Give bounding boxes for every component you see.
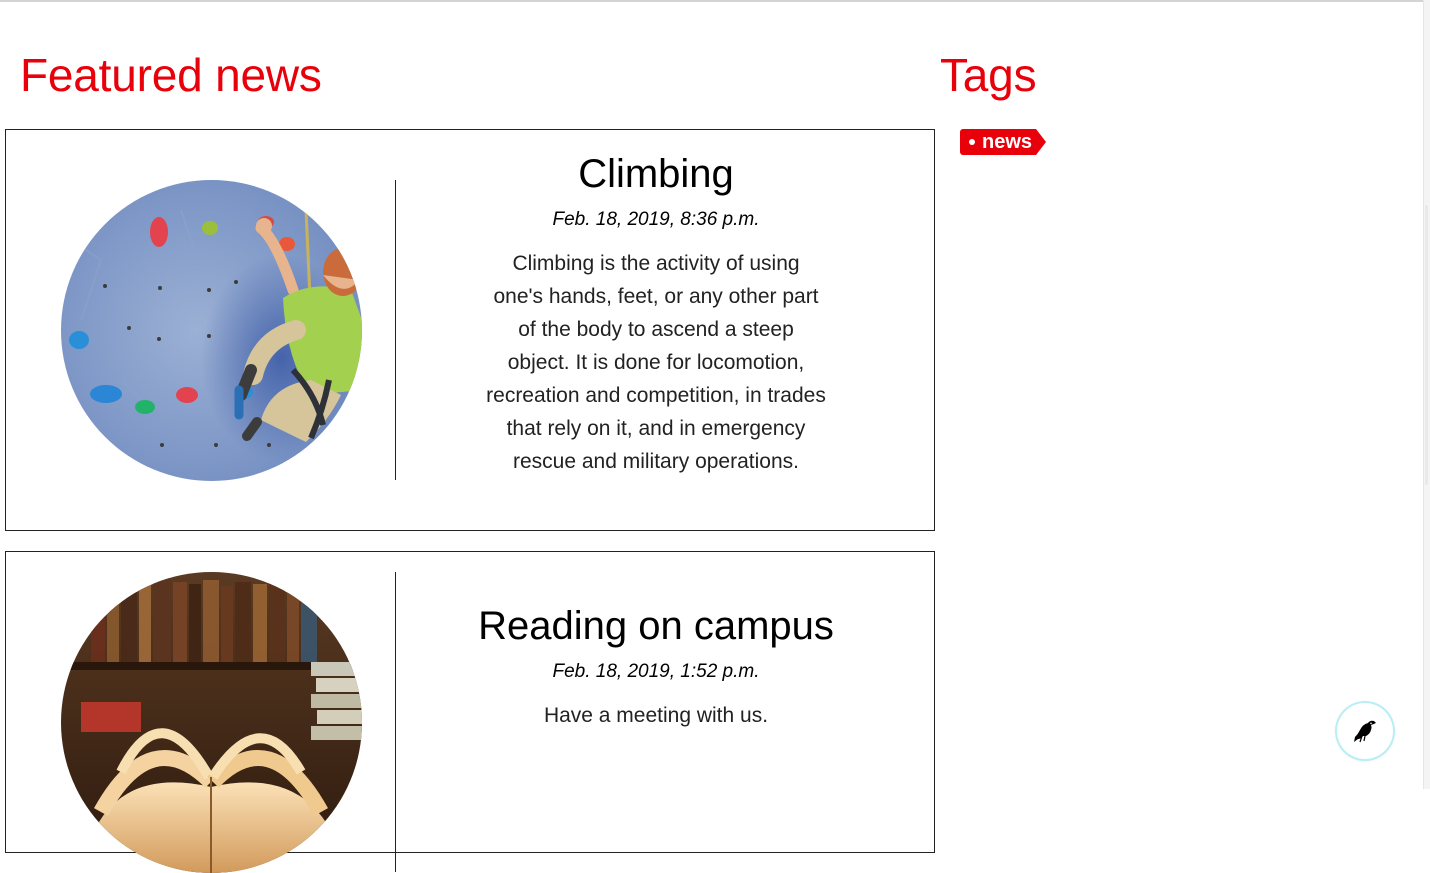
floating-bird-button[interactable] bbox=[1337, 703, 1393, 759]
bird-icon bbox=[1354, 720, 1376, 743]
article-date: Feb. 18, 2019, 1:52 p.m. bbox=[552, 661, 760, 682]
open-book-illustration bbox=[61, 572, 362, 873]
tag-news[interactable]: news bbox=[960, 129, 1047, 155]
featured-news-heading: Featured news bbox=[20, 49, 322, 101]
rock-climbing-photo[interactable] bbox=[61, 180, 362, 481]
news-card-reading[interactable]: Reading on campus Feb. 18, 2019, 1:52 p.… bbox=[5, 551, 935, 873]
article-body: Climbing is the activity of using one's … bbox=[486, 252, 826, 473]
tag-bullet-icon bbox=[969, 139, 975, 145]
card-content: Climbing Feb. 18, 2019, 8:36 p.m. Climbi… bbox=[476, 150, 836, 478]
scrollbar-thumb[interactable] bbox=[1425, 205, 1428, 485]
news-card-climbing[interactable]: Climbing Feb. 18, 2019, 8:36 p.m. Climbi… bbox=[5, 129, 935, 531]
tags-heading: Tags bbox=[940, 49, 1037, 101]
top-border-rule bbox=[0, 0, 1430, 2]
tag-news-body: news bbox=[960, 129, 1037, 155]
article-title[interactable]: Climbing bbox=[476, 150, 836, 198]
article-date: Feb. 18, 2019, 8:36 p.m. bbox=[552, 209, 760, 230]
rock-climbing-illustration bbox=[61, 180, 362, 481]
tag-arrow-shape bbox=[1036, 129, 1047, 155]
open-book-library-photo[interactable] bbox=[61, 572, 362, 873]
card-divider bbox=[395, 180, 396, 480]
article-title[interactable]: Reading on campus bbox=[476, 602, 836, 650]
card-content: Reading on campus Feb. 18, 2019, 1:52 p.… bbox=[476, 602, 836, 732]
article-body: Have a meeting with us. bbox=[543, 704, 769, 727]
tag-label: news bbox=[982, 131, 1033, 153]
page-scrollbar[interactable] bbox=[1423, 0, 1430, 789]
card-divider bbox=[395, 572, 396, 872]
